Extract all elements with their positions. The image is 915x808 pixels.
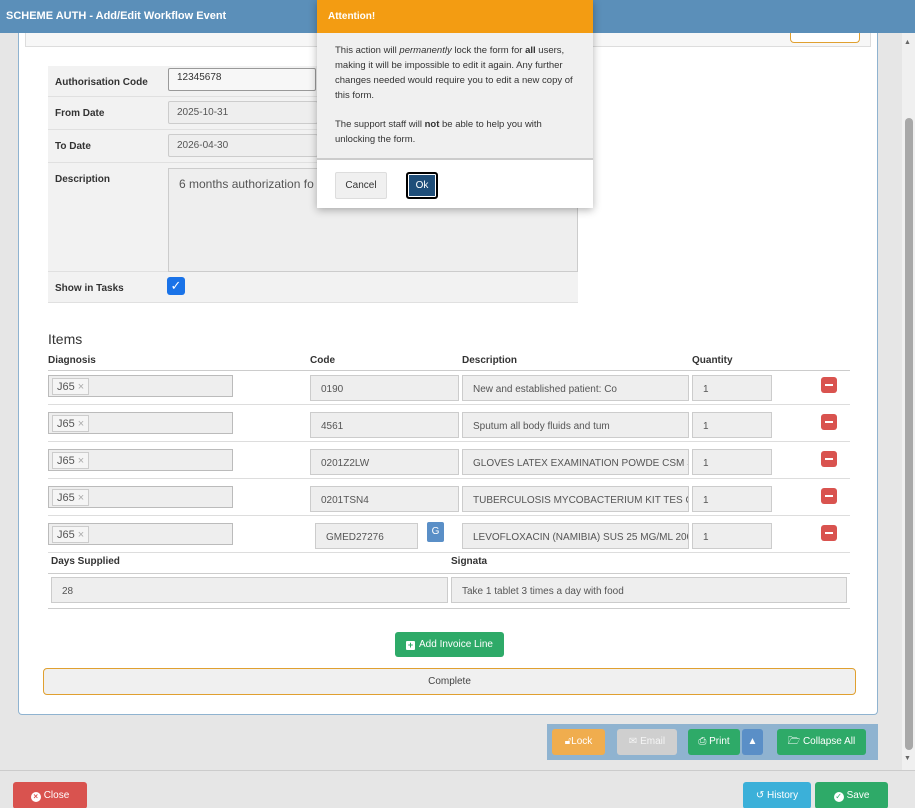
description-label: Description [55, 174, 111, 185]
signata-label: Signata [451, 556, 488, 567]
history-icon: ↺ [755, 790, 768, 801]
show-in-tasks-row: Show in Tasks ✓ [48, 272, 578, 303]
top-right-button[interactable] [790, 33, 860, 43]
scroll-down-icon[interactable]: ▼ [904, 755, 911, 762]
signata-input[interactable]: Take 1 tablet 3 times a day with food [451, 577, 847, 603]
description-input[interactable]: GLOVES LATEX EXAMINATION POWDE CSM SM [462, 449, 689, 475]
description-input[interactable]: Sputum all body fluids and tum [462, 412, 689, 438]
print-button[interactable]: ⎙ Print [688, 729, 740, 755]
action-toolbar: 🔓︎Lock ✉ Email ⎙ Print ▲ 🗁︎ Collapse All [547, 724, 878, 760]
code-input[interactable]: GMED27276 [315, 523, 418, 549]
col-quantity-header: Quantity [692, 355, 733, 366]
modal-body: This action will permanently lock the fo… [317, 33, 593, 160]
close-icon: × [30, 792, 41, 802]
to-date-input[interactable]: 2026-04-30 [168, 134, 318, 157]
items-title: Items [48, 331, 83, 347]
modal-footer: Cancel Ok [317, 162, 593, 208]
delete-row-button[interactable] [821, 414, 837, 430]
caret-up-icon: ▲ [747, 736, 758, 747]
code-input[interactable]: 0201Z2LW [310, 449, 459, 475]
diagnosis-select[interactable]: J65 × [48, 523, 233, 545]
add-invoice-line-button[interactable]: + Add Invoice Line [395, 632, 504, 657]
modal-cancel-button[interactable]: Cancel [335, 172, 387, 199]
item-row: J65 × 0201TSN4 TUBERCULOSIS MYCOBACTERIUM… [48, 482, 850, 516]
quantity-input[interactable]: 1 [692, 412, 772, 438]
modal-title: Attention! [317, 0, 593, 33]
diagnosis-tag: J65 × [52, 452, 90, 469]
save-button[interactable]: ✓ Save [815, 782, 888, 808]
days-divider-bottom [48, 608, 850, 609]
item-row: J65 × GMED27276 G LEVOFLOXACIN (NAMIBIA) … [48, 519, 850, 553]
show-in-tasks-checkbox[interactable]: ✓ [167, 277, 185, 295]
auth-code-input[interactable]: 12345678 [168, 68, 316, 91]
diagnosis-select[interactable]: J65 × [48, 486, 233, 508]
print-options-button[interactable]: ▲ [742, 729, 763, 755]
tag-remove-icon[interactable]: × [78, 492, 84, 504]
tag-remove-icon[interactable]: × [78, 455, 84, 467]
item-row: J65 × 0190 New and established patient: C… [48, 371, 850, 405]
description-input[interactable]: New and established patient: Co [462, 375, 689, 401]
days-supplied-input[interactable]: 28 [51, 577, 448, 603]
generic-lookup-button[interactable]: G [427, 522, 444, 542]
footer-bar: × Close ↺ History ✓ Save [0, 770, 915, 808]
quantity-input[interactable]: 1 [692, 486, 772, 512]
tag-remove-icon[interactable]: × [78, 381, 84, 393]
item-row: J65 × 4561 Sputum all body fluids and tum… [48, 408, 850, 442]
tag-remove-icon[interactable]: × [78, 418, 84, 430]
delete-row-button[interactable] [821, 488, 837, 504]
diagnosis-select[interactable]: J65 × [48, 449, 233, 471]
show-in-tasks-label: Show in Tasks [55, 283, 124, 294]
close-button[interactable]: × Close [13, 782, 87, 808]
modal-ok-button[interactable]: Ok [406, 172, 438, 199]
quantity-input[interactable]: 1 [692, 375, 772, 401]
scroll-thumb[interactable] [905, 118, 913, 750]
from-date-label: From Date [55, 108, 105, 119]
attention-modal: Attention! This action will permanently … [317, 0, 593, 208]
col-description-header: Description [462, 355, 518, 366]
diagnosis-select[interactable]: J65 × [48, 412, 233, 434]
plus-square-icon: + [406, 640, 416, 650]
checkmark-icon: ✓ [170, 278, 182, 293]
days-supplied-label: Days Supplied [51, 556, 120, 567]
collapse-all-button[interactable]: 🗁︎ Collapse All [777, 729, 866, 755]
envelope-icon: ✉ [628, 736, 641, 747]
modal-message-2: The support staff will not be able to he… [335, 119, 542, 145]
folder-open-icon: 🗁︎ [787, 736, 803, 747]
complete-button[interactable]: Complete [43, 668, 856, 695]
modal-message-1: This action will permanently lock the fo… [335, 45, 573, 101]
code-input[interactable]: 4561 [310, 412, 459, 438]
vertical-scrollbar[interactable]: ▲ ▼ [902, 33, 915, 770]
printer-icon: ⎙ [698, 736, 710, 747]
delete-row-button[interactable] [821, 451, 837, 467]
delete-row-button[interactable] [821, 377, 837, 393]
diagnosis-tag: J65 × [52, 415, 90, 432]
diagnosis-select[interactable]: J65 × [48, 375, 233, 397]
history-button[interactable]: ↺ History [743, 782, 811, 808]
from-date-input[interactable]: 2025-10-31 [168, 101, 318, 124]
auth-code-label: Authorisation Code [55, 77, 148, 88]
scroll-up-icon[interactable]: ▲ [904, 39, 911, 46]
code-input[interactable]: 0190 [310, 375, 459, 401]
days-divider [48, 573, 850, 574]
tag-remove-icon[interactable]: × [78, 529, 84, 541]
to-date-label: To Date [55, 141, 91, 152]
diagnosis-tag: J65 × [52, 489, 90, 506]
col-diagnosis-header: Diagnosis [48, 355, 96, 366]
lock-button[interactable]: 🔓︎Lock [552, 729, 605, 755]
quantity-input[interactable]: 1 [692, 449, 772, 475]
delete-row-button[interactable] [821, 525, 837, 541]
item-row: J65 × 0201Z2LW GLOVES LATEX EXAMINATION P… [48, 445, 850, 479]
check-circle-icon: ✓ [833, 792, 844, 802]
quantity-input[interactable]: 1 [692, 523, 772, 549]
email-button[interactable]: ✉ Email [617, 729, 677, 755]
diagnosis-tag: J65 × [52, 378, 90, 395]
col-code-header: Code [310, 355, 335, 366]
diagnosis-tag: J65 × [52, 526, 90, 543]
code-input[interactable]: 0201TSN4 [310, 486, 459, 512]
description-input[interactable]: TUBERCULOSIS MYCOBACTERIUM KIT TES GX [462, 486, 689, 512]
description-input[interactable]: LEVOFLOXACIN (NAMIBIA) SUS 25 MG/ML 200 [462, 523, 689, 549]
